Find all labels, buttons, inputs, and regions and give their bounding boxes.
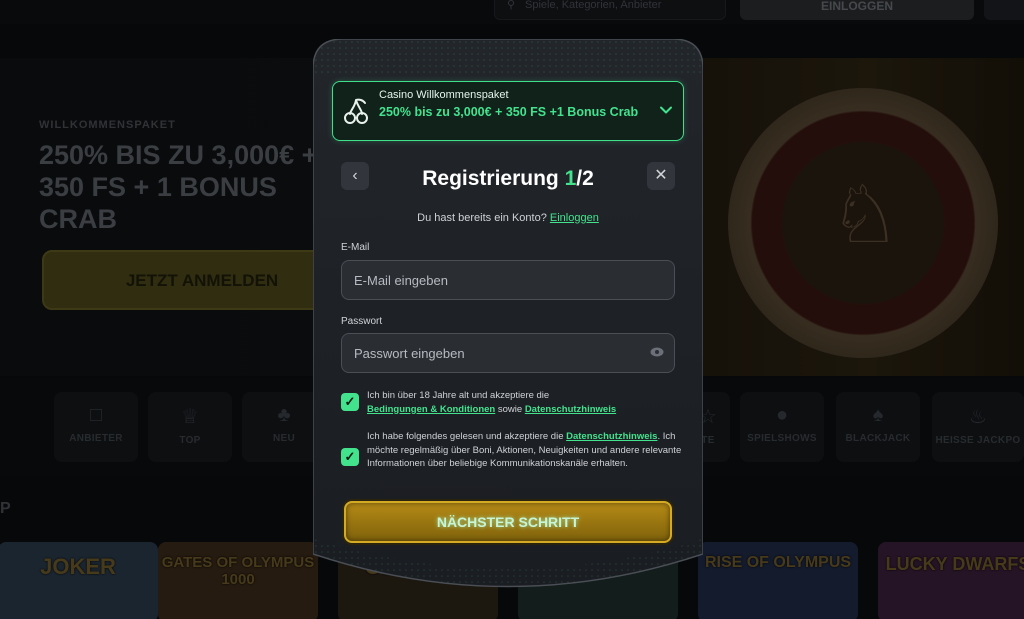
terms-checkbox[interactable]: ✓ — [341, 393, 359, 411]
password-label: Passwort — [341, 316, 383, 327]
close-icon: ✕ — [654, 167, 668, 184]
email-field[interactable] — [341, 260, 675, 300]
step-total: /2 — [576, 167, 594, 190]
cherry-icon — [344, 98, 368, 124]
chevron-down-icon — [660, 106, 672, 114]
marketing-text: Ich habe folgendes gelesen und akzeptier… — [367, 431, 567, 442]
title-text: Registrierung — [422, 167, 565, 190]
have-account-line: Du hast bereits ein Konto? Einloggen — [313, 212, 703, 224]
terms-text: Ich bin über 18 Jahre alt und akzeptiere… — [367, 390, 550, 401]
checkmark-icon: ✓ — [344, 449, 356, 464]
promo-dropdown[interactable]: Casino Willkommenspaket 250% bis zu 3,00… — [332, 81, 684, 141]
terms-consent-text: Ich bin über 18 Jahre alt und akzeptiere… — [367, 389, 682, 416]
eye-icon[interactable] — [650, 347, 664, 357]
password-field[interactable] — [341, 333, 675, 373]
step-current: 1 — [564, 167, 577, 190]
registration-modal: Casino Willkommenspaket 250% bis zu 3,00… — [313, 39, 703, 604]
privacy-link[interactable]: Datenschutzhinweis — [525, 404, 616, 415]
next-step-button[interactable]: NÄCHSTER SCHRITT — [344, 501, 672, 543]
marketing-checkbox[interactable]: ✓ — [341, 448, 359, 466]
promo-offer: 250% bis zu 3,000€ + 350 FS +1 Bonus Cra… — [379, 105, 639, 119]
promo-subtitle: Casino Willkommenspaket — [379, 89, 509, 101]
terms-link[interactable]: Bedingungen & Konditionen — [367, 404, 495, 415]
checkmark-icon: ✓ — [344, 394, 356, 409]
terms-text-middle: sowie — [495, 403, 525, 415]
marketing-consent-text: Ich habe folgendes gelesen und akzeptier… — [367, 430, 682, 471]
login-link[interactable]: Einloggen — [550, 212, 599, 224]
privacy-link-2[interactable]: Datenschutzhinweis — [566, 431, 657, 442]
have-account-text: Du hast bereits ein Konto? — [417, 212, 550, 224]
modal-body: Casino Willkommenspaket 250% bis zu 3,00… — [313, 39, 703, 604]
modal-title: Registrierung 1/2 — [313, 167, 703, 191]
email-label: E-Mail — [341, 242, 370, 253]
close-button[interactable]: ✕ — [647, 162, 675, 190]
